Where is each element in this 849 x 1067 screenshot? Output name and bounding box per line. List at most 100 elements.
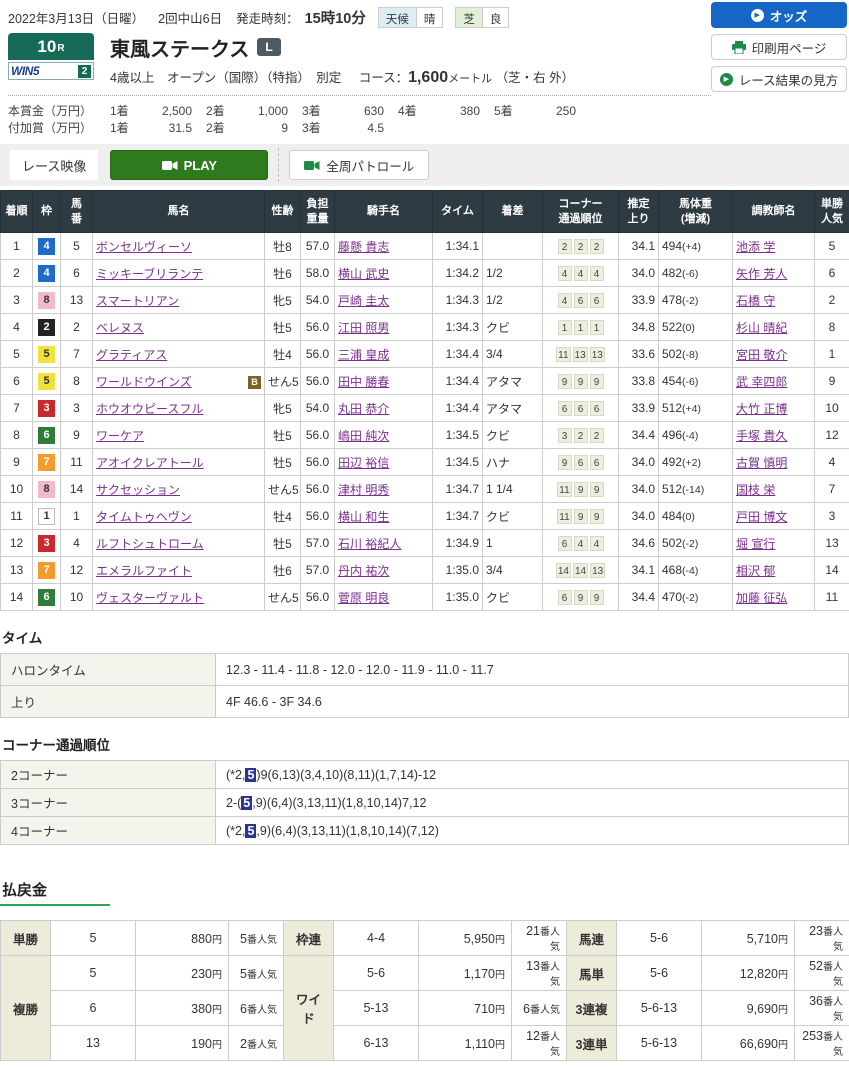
horse-name-link[interactable]: サクセッション <box>96 483 180 497</box>
jockey-link[interactable]: 津村 明秀 <box>338 483 389 497</box>
trainer-cell: 国枝 栄 <box>733 476 815 503</box>
play-button[interactable]: PLAY <box>110 150 268 180</box>
bet-combination: 5-6-13 <box>617 991 702 1026</box>
trainer-link[interactable]: 武 幸四郎 <box>736 375 787 389</box>
yen-suffix: 円 <box>778 1005 788 1016</box>
horse-name-link[interactable]: ボンセルヴィーソ <box>96 240 192 254</box>
corner-position-box: 2 <box>574 428 588 443</box>
body-weight: 454 <box>662 374 682 388</box>
race-number-suffix: R <box>57 43 64 54</box>
bet-type-label: 3連単 <box>567 1026 617 1061</box>
horse-name-link[interactable]: エメラルファイト <box>96 564 192 578</box>
trainer-link[interactable]: 相沢 郁 <box>736 564 775 578</box>
popularity-suffix: 番人気 <box>247 935 277 946</box>
corner-position-box: 4 <box>590 266 604 281</box>
col-header: 馬体重 (増減) <box>659 191 733 233</box>
jockey-link[interactable]: 石川 裕紀人 <box>338 537 401 551</box>
jockey-link[interactable]: 丹内 祐次 <box>338 564 389 578</box>
print-page-button[interactable]: 印刷用ページ <box>711 34 847 60</box>
jockey-cell: 藤懸 貴志 <box>335 233 433 260</box>
trainer-link[interactable]: 堀 宣行 <box>736 537 775 551</box>
horse-name-link[interactable]: スマートリアン <box>96 294 179 308</box>
horse-name-link[interactable]: ヴェスターヴァルト <box>96 591 204 605</box>
body-weight: 484 <box>662 509 682 523</box>
table-row: 246ミッキーブリランテ牡658.0横山 武史1:34.21/244434.04… <box>1 260 849 287</box>
race-conditions: 4歳以上 オープン（国際）（特指） 別定 <box>110 71 341 85</box>
corner-position-box: 2 <box>590 239 604 254</box>
body-weight-diff: (-4) <box>682 565 698 577</box>
jockey-link[interactable]: 戸崎 圭太 <box>338 294 389 308</box>
jockey-link[interactable]: 横山 武史 <box>338 267 389 281</box>
patrol-video-button[interactable]: 全周パトロール <box>289 150 429 180</box>
bet-payout: 710円 <box>419 991 512 1026</box>
blinker-badge: B <box>248 376 261 389</box>
trainer-link[interactable]: 池添 学 <box>736 240 775 254</box>
col-header: 負担 重量 <box>301 191 335 233</box>
trainer-link[interactable]: 戸田 博文 <box>736 510 787 524</box>
horse-name-link[interactable]: アオイクレアトール <box>96 456 204 470</box>
prize-amount: 630 <box>336 104 384 118</box>
trainer-cell: 池添 学 <box>733 233 815 260</box>
trainer-link[interactable]: 加藤 征弘 <box>736 591 787 605</box>
jockey-link[interactable]: 横山 和生 <box>338 510 389 524</box>
trainer-link[interactable]: 矢作 芳人 <box>736 267 787 281</box>
jockey-link[interactable]: 田辺 裕信 <box>338 456 389 470</box>
jockey-link[interactable]: 菅原 明良 <box>338 591 389 605</box>
trainer-link[interactable]: 石橋 守 <box>736 294 775 308</box>
horse-number-cell: 1 <box>61 503 93 530</box>
corner-positions-cell: 699 <box>543 584 619 611</box>
trainer-cell: 手塚 貴久 <box>733 422 815 449</box>
trainer-link[interactable]: 大竹 正博 <box>736 402 787 416</box>
waku-cell: 2 <box>33 314 61 341</box>
body-weight: 502 <box>662 536 682 550</box>
corner-position-box: 4 <box>590 536 604 551</box>
yen-suffix: 円 <box>212 935 222 946</box>
jockey-link[interactable]: 嶋田 純次 <box>338 429 389 443</box>
col-header: 着順 <box>1 191 33 233</box>
horse-name-link[interactable]: ワールドウインズ <box>96 375 192 389</box>
jockey-link[interactable]: 藤懸 貴志 <box>338 240 389 254</box>
trainer-link[interactable]: 古賀 慎明 <box>736 456 787 470</box>
trainer-link[interactable]: 宮田 敬介 <box>736 348 787 362</box>
popularity-suffix: 番人気 <box>247 1005 277 1016</box>
bet-combination: 6-13 <box>334 1026 419 1061</box>
horse-name-link[interactable]: ベレヌス <box>96 321 144 335</box>
odds-button[interactable]: ▶ オッズ <box>711 2 847 28</box>
horse-number-cell: 14 <box>61 476 93 503</box>
body-weight-diff: (0) <box>682 511 695 523</box>
jockey-link[interactable]: 三浦 皇成 <box>338 348 389 362</box>
trainer-link[interactable]: 手塚 貴久 <box>736 429 787 443</box>
horse-name-link[interactable]: タイムトゥヘヴン <box>96 510 192 524</box>
jockey-link[interactable]: 丸田 恭介 <box>338 402 389 416</box>
body-weight: 470 <box>662 590 682 604</box>
trainer-link[interactable]: 国枝 栄 <box>736 483 775 497</box>
body-weight: 492 <box>662 455 682 469</box>
time-cell: 1:35.0 <box>433 584 483 611</box>
horse-name-cell: タイムトゥヘヴン <box>93 503 265 530</box>
prize-place-label: 3着 <box>302 102 336 119</box>
horse-name-cell: ベレヌス <box>93 314 265 341</box>
waku-cell: 7 <box>33 449 61 476</box>
result-guide-button[interactable]: ▶ レース結果の見方 <box>711 66 847 92</box>
horse-name-link[interactable]: グラティアス <box>96 348 167 362</box>
corner-position-box: 11 <box>556 347 570 362</box>
corner-positions-cell: 111 <box>543 314 619 341</box>
yen-suffix: 円 <box>778 935 788 946</box>
waku-cell: 6 <box>33 584 61 611</box>
time-cell: 1:34.4 <box>433 395 483 422</box>
popularity-cell: 7 <box>815 476 849 503</box>
popularity-cell: 4 <box>815 449 849 476</box>
popularity-suffix: 番人気 <box>247 970 277 981</box>
horse-name-cell: ミッキーブリランテ <box>93 260 265 287</box>
course-distance: 1,600 <box>408 69 448 86</box>
horse-name-link[interactable]: ルフトシュトローム <box>96 537 204 551</box>
bet-popularity: 21番人気 <box>512 921 567 956</box>
jockey-link[interactable]: 江田 照男 <box>338 321 389 335</box>
horse-name-link[interactable]: ホウオウピースフル <box>96 402 203 416</box>
jockey-link[interactable]: 田中 勝春 <box>338 375 389 389</box>
start-time-label: 発走時刻： <box>236 8 299 27</box>
prize-row-label: 付加賞（万円） <box>8 119 110 136</box>
horse-name-link[interactable]: ワーケア <box>96 429 144 443</box>
trainer-link[interactable]: 杉山 晴紀 <box>736 321 787 335</box>
horse-name-link[interactable]: ミッキーブリランテ <box>96 267 203 281</box>
